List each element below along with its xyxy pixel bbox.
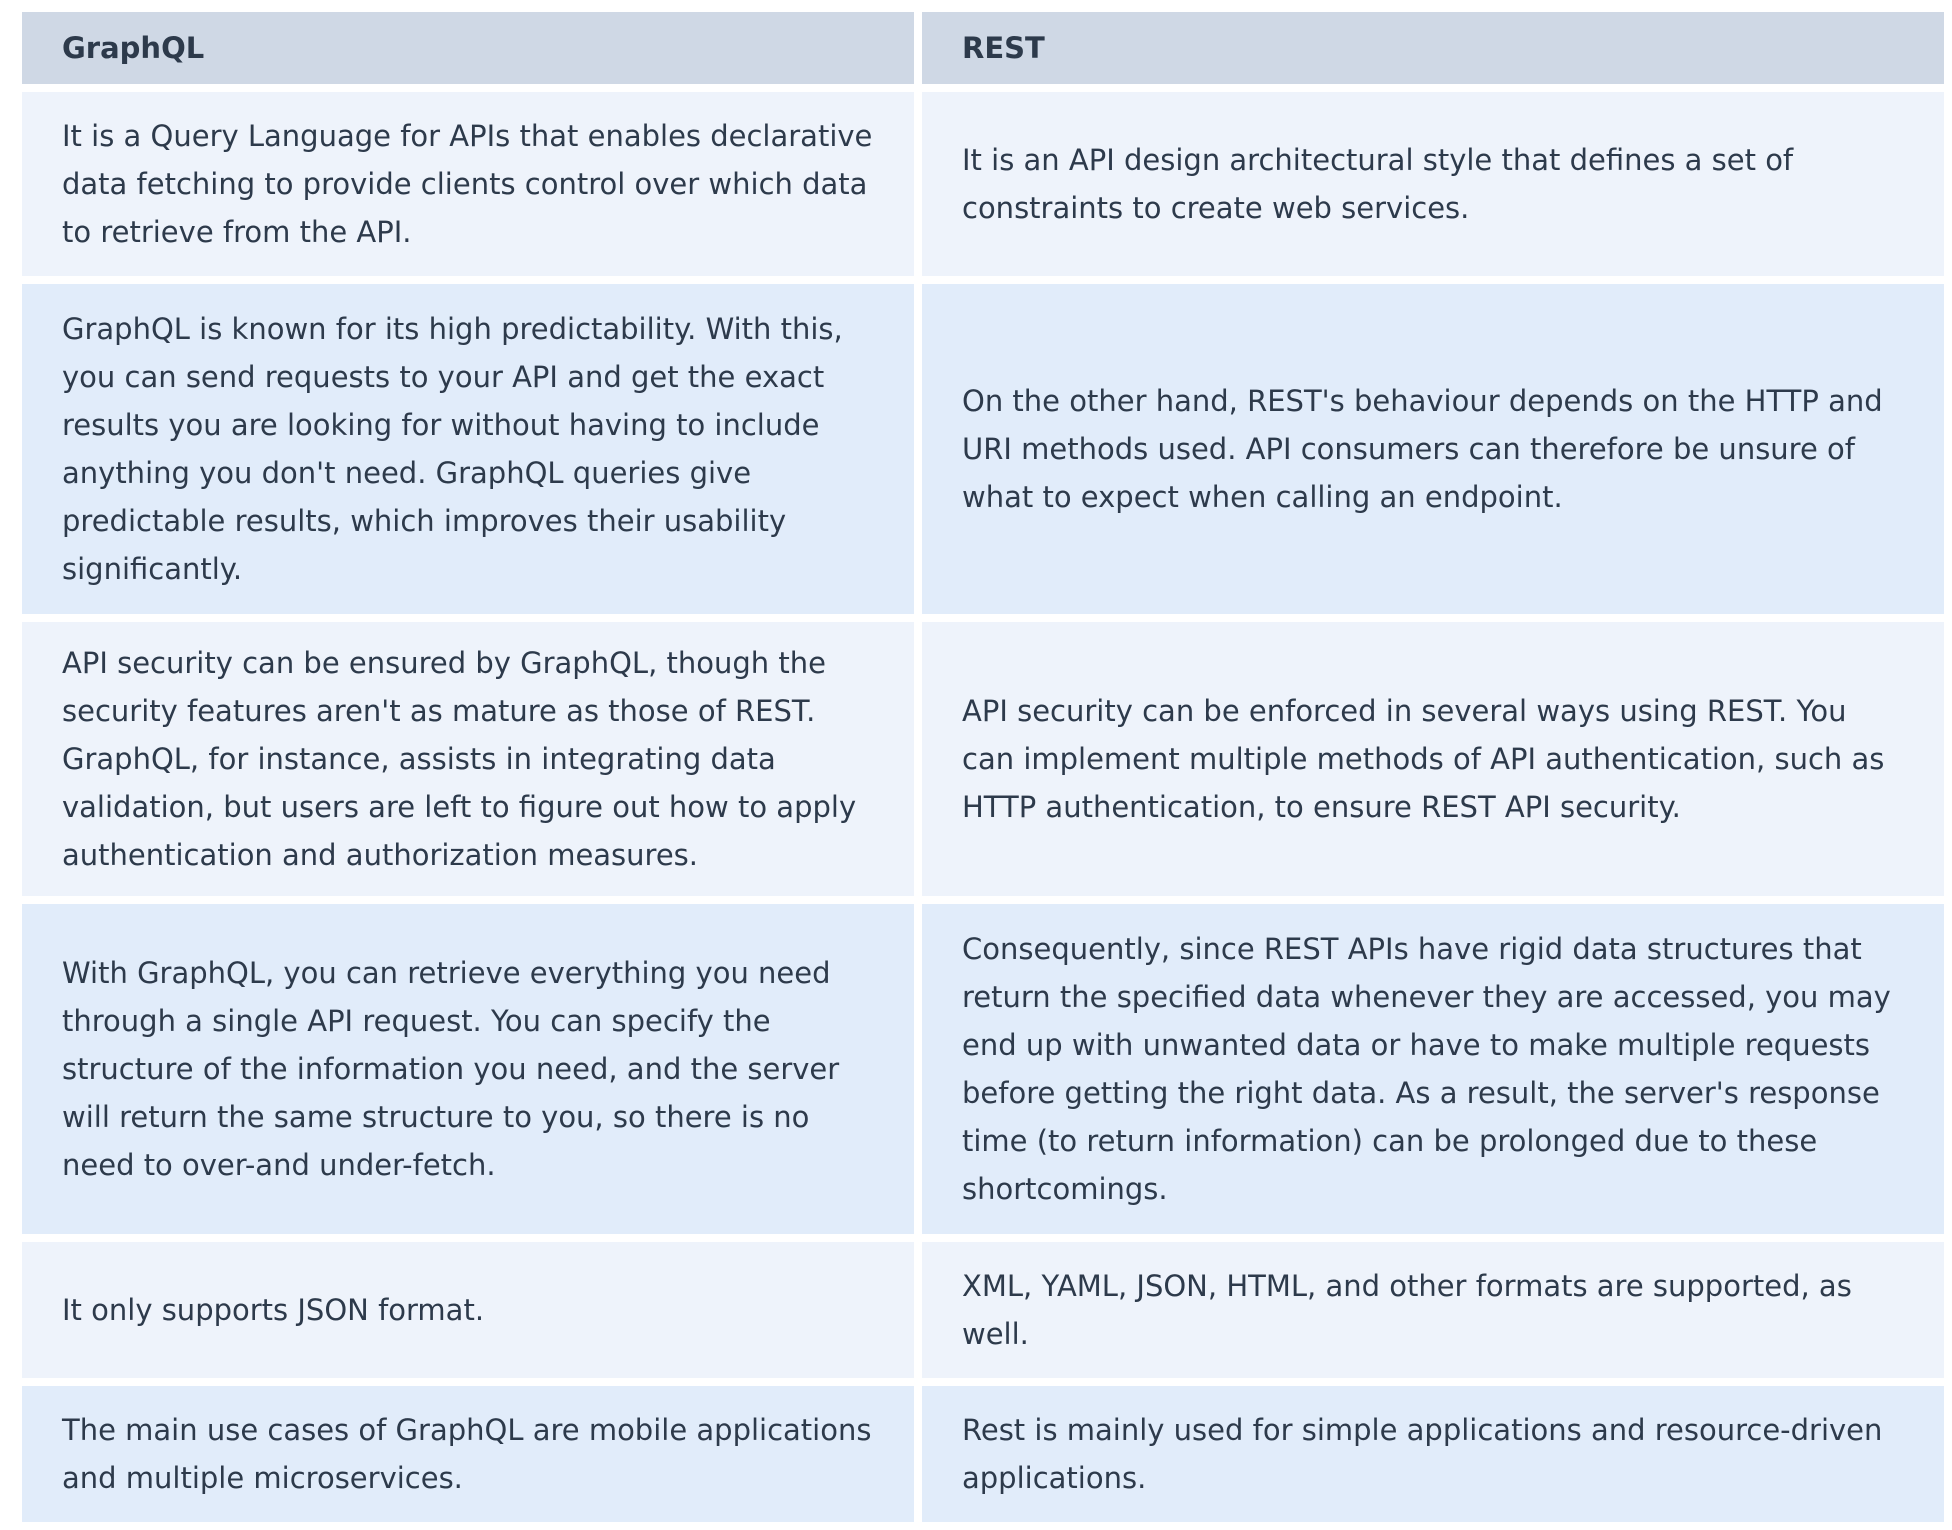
comparison-table-container: GraphQL REST It is a Query Language for …	[22, 12, 1944, 1522]
rest-cell: Rest is mainly used for simple applicati…	[922, 1386, 1944, 1522]
graphql-cell: It only supports JSON format.	[22, 1242, 914, 1378]
table-row: The main use cases of GraphQL are mobile…	[22, 1386, 1944, 1522]
rest-cell: XML, YAML, JSON, HTML, and other formats…	[922, 1242, 1944, 1378]
table-row: GraphQL is known for its high predictabi…	[22, 284, 1944, 614]
comparison-table: GraphQL REST It is a Query Language for …	[14, 4, 1952, 1530]
graphql-cell: GraphQL is known for its high predictabi…	[22, 284, 914, 614]
table-row: API security can be ensured by GraphQL, …	[22, 622, 1944, 896]
graphql-cell: It is a Query Language for APIs that ena…	[22, 92, 914, 276]
table-row: It only supports JSON format. XML, YAML,…	[22, 1242, 1944, 1378]
rest-cell: API security can be enforced in several …	[922, 622, 1944, 896]
rest-cell: Consequently, since REST APIs have rigid…	[922, 904, 1944, 1234]
table-row: With GraphQL, you can retrieve everythin…	[22, 904, 1944, 1234]
rest-cell: It is an API design architectural style …	[922, 92, 1944, 276]
table-row: It is a Query Language for APIs that ena…	[22, 92, 1944, 276]
graphql-cell: API security can be ensured by GraphQL, …	[22, 622, 914, 896]
graphql-cell: The main use cases of GraphQL are mobile…	[22, 1386, 914, 1522]
rest-cell: On the other hand, REST's behaviour depe…	[922, 284, 1944, 614]
table-header-row: GraphQL REST	[22, 12, 1944, 84]
graphql-cell: With GraphQL, you can retrieve everythin…	[22, 904, 914, 1234]
header-rest: REST	[922, 12, 1944, 84]
header-graphql: GraphQL	[22, 12, 914, 84]
